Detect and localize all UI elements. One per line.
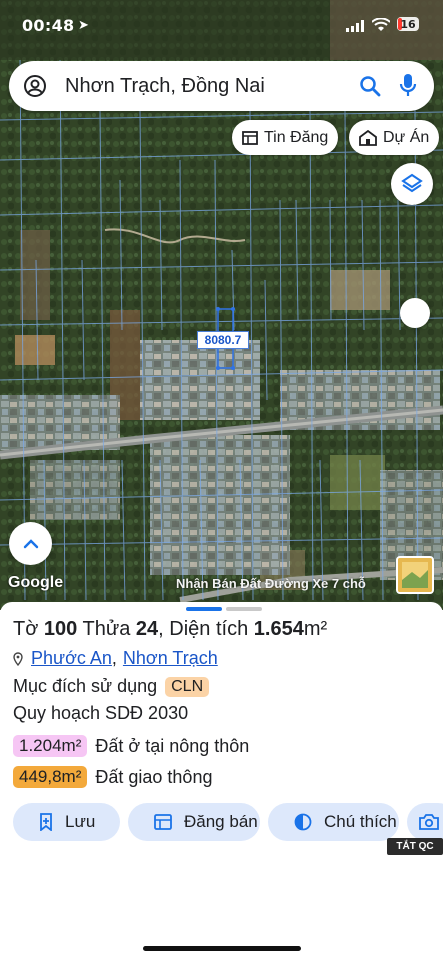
camera-add-icon (419, 813, 439, 831)
listing-icon (154, 814, 172, 830)
parcel-info-sheet[interactable]: Tờ 100 Thửa 24, Diện tích 1.654m² Phước … (0, 602, 443, 960)
pager-segment[interactable] (226, 607, 262, 611)
tin-dang-label: Tin Đăng (264, 128, 329, 146)
land-use-purpose: Mục đích sử dụng CLN (13, 676, 210, 697)
map-control-dot[interactable] (400, 298, 430, 328)
cellular-signal-icon (346, 20, 364, 32)
chevron-up-icon (23, 538, 38, 548)
location-pin-icon (13, 651, 23, 666)
account-icon[interactable] (23, 74, 47, 98)
status-time: 00:48 (22, 16, 75, 35)
layers-button[interactable] (391, 163, 433, 205)
zone-area: 449,8m² (13, 766, 88, 788)
zone-type: Đất giao thông (95, 766, 213, 787)
ad-thumbnail[interactable] (396, 556, 434, 594)
save-button[interactable]: Lưu (13, 803, 120, 841)
search-query[interactable]: Nhơn Trạch, Đồng Nai (65, 75, 265, 98)
google-attribution: Google (8, 574, 64, 591)
wifi-icon (372, 18, 390, 31)
listing-icon (242, 130, 258, 145)
location-arrow-icon: ➤ (78, 18, 89, 33)
close-ad-button[interactable]: TẮT QC (387, 838, 443, 855)
du-an-chip[interactable]: Dự Án (349, 120, 440, 155)
du-an-label: Dự Án (383, 128, 430, 146)
building-icon (359, 129, 377, 146)
zone-residential: 1.204m² Đất ở tại nông thôn (13, 735, 249, 757)
search-icon[interactable] (359, 75, 381, 97)
tin-dang-chip[interactable]: Tin Đăng (232, 120, 339, 155)
legend-button[interactable]: Chú thích (268, 803, 399, 841)
post-sale-button[interactable]: Đăng bán (128, 803, 260, 841)
contrast-icon (294, 813, 312, 831)
pager-segment-active[interactable] (186, 607, 222, 611)
action-bar: Lưu Đăng bán Chú thích (13, 803, 443, 843)
sheet-pager[interactable] (186, 607, 262, 611)
search-bar[interactable]: Nhơn Trạch, Đồng Nai (9, 61, 434, 111)
battery-level: 16 (400, 18, 416, 31)
layers-icon (401, 173, 423, 193)
planning-title: Quy hoạch SDĐ 2030 (13, 703, 189, 723)
zone-transport: 449,8m² Đất giao thông (13, 766, 212, 788)
ad-banner-text[interactable]: Nhận Bán Đất Đường Xe 7 chỗ (176, 576, 366, 591)
parcel-address: Phước An , Nhơn Trạch (13, 648, 218, 669)
home-indicator[interactable] (143, 946, 301, 951)
ward-link[interactable]: Phước An (31, 648, 112, 669)
district-link[interactable]: Nhơn Trạch (123, 648, 218, 669)
camera-button[interactable] (407, 803, 443, 841)
bookmark-add-icon (39, 813, 53, 831)
battery-icon: 16 (397, 17, 419, 31)
parcel-title: Tờ 100 Thửa 24, Diện tích 1.654m² (13, 618, 328, 640)
expand-up-button[interactable] (9, 522, 52, 565)
microphone-icon[interactable] (399, 73, 417, 99)
land-use-code-badge: CLN (165, 676, 210, 697)
ad-image (398, 558, 432, 592)
zone-type: Đất ở tại nông thôn (95, 735, 250, 756)
measurement-label: 8080.7 (197, 331, 249, 349)
zone-area: 1.204m² (13, 735, 88, 757)
map-view[interactable]: 00:48 ➤ 16 Nhơn Trạch, Đồng Nai Tin Đăng… (0, 0, 443, 610)
status-bar: 00:48 ➤ 16 (0, 14, 443, 38)
